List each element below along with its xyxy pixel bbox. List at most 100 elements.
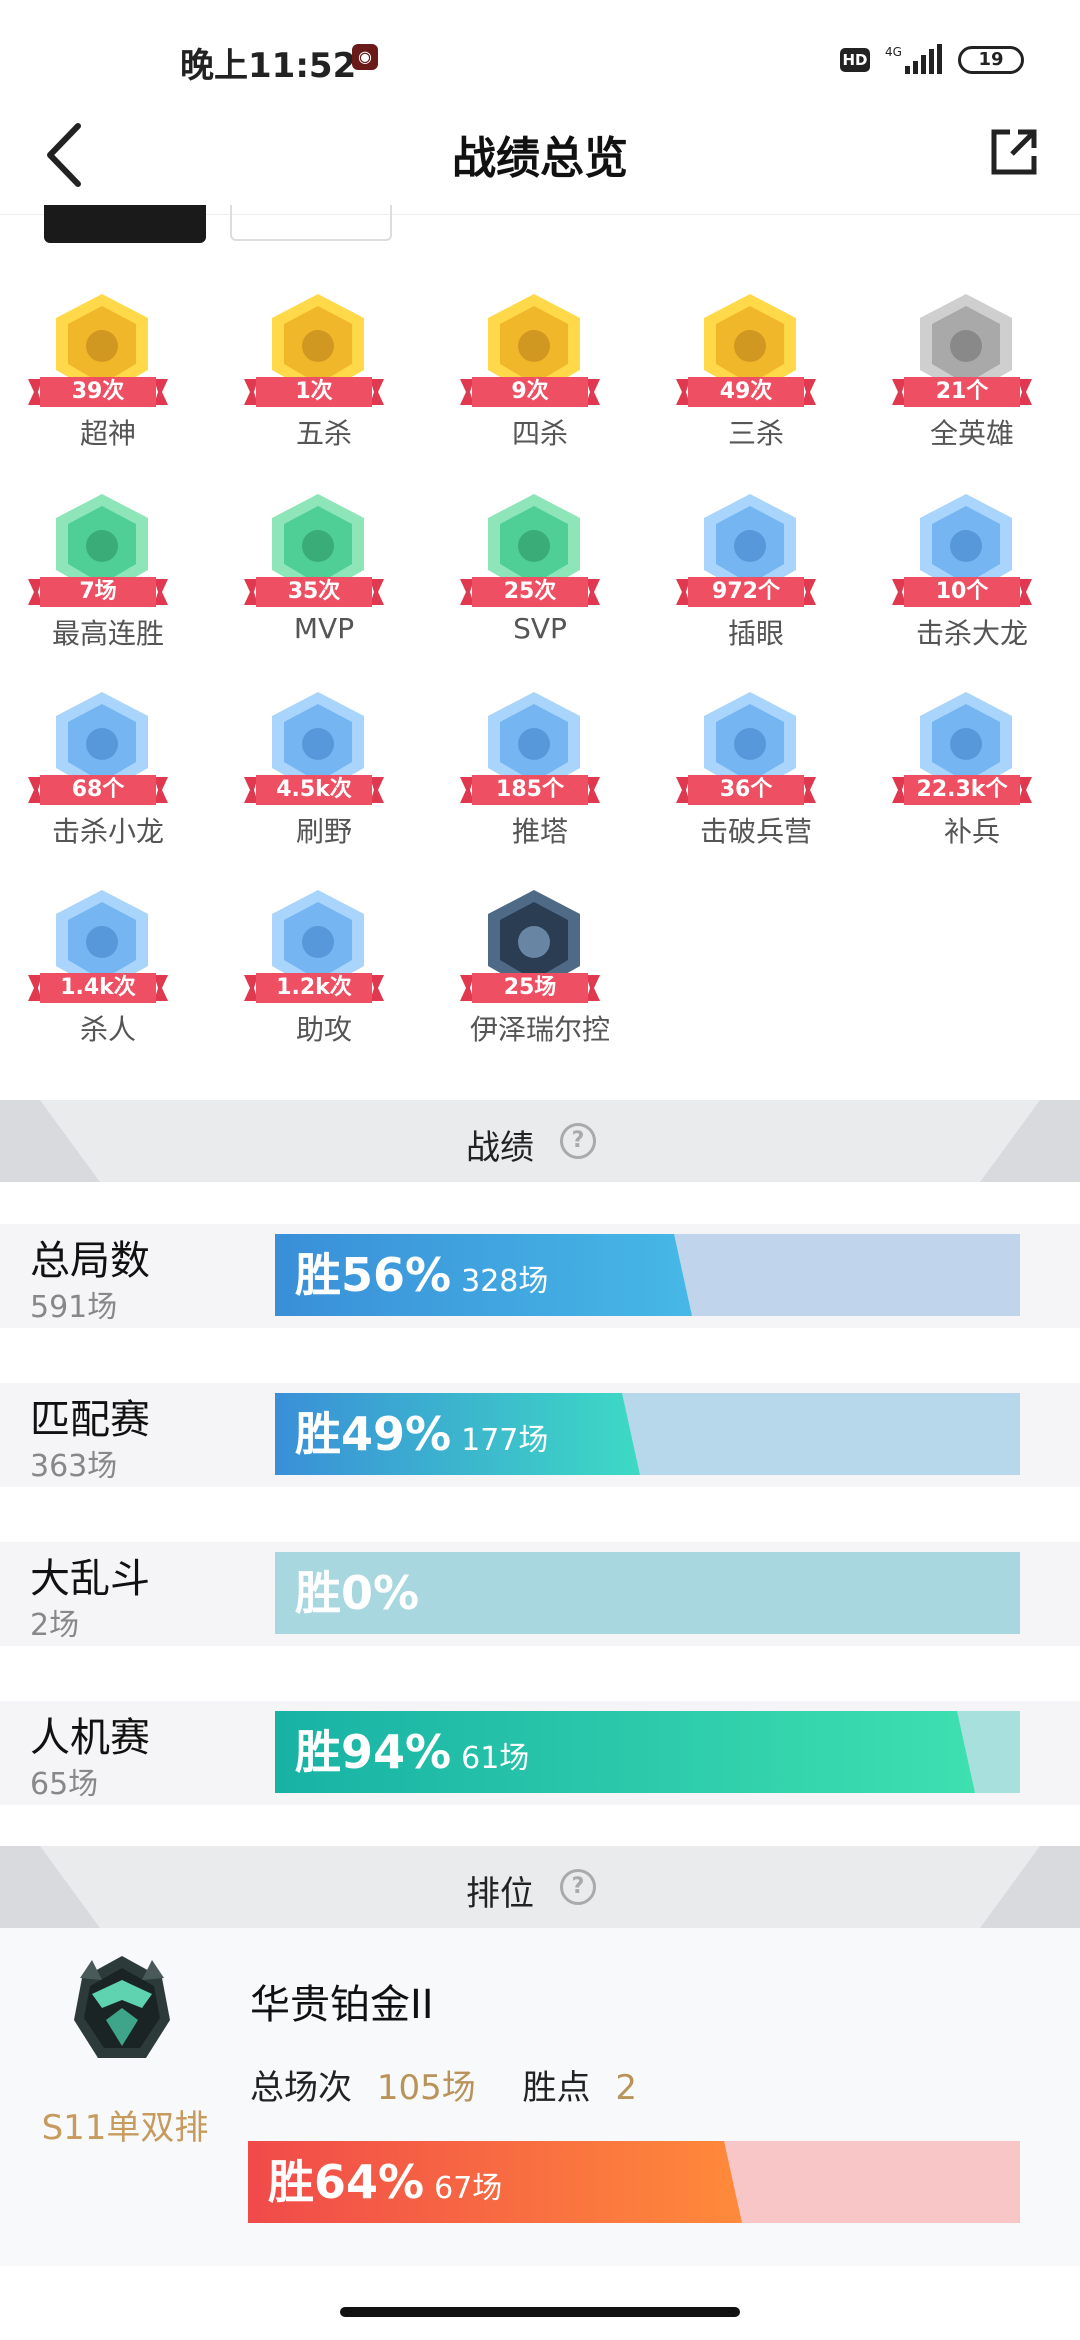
app-notification-icon: ◉ (352, 44, 378, 70)
achievement-label: 三杀 (727, 417, 784, 450)
rank-tier: 华贵铂金II (250, 1982, 434, 2028)
mode-name: 大乱斗 (30, 1556, 150, 1602)
achievement-item[interactable]: 972个 插眼 (656, 490, 856, 670)
achievement-count: 68个 (71, 777, 125, 802)
mode-total: 2场 (30, 1608, 80, 1643)
achievement-item[interactable]: 1次五杀 (224, 290, 424, 470)
signal-icon: 4G (885, 44, 942, 74)
achievement-item[interactable]: 39次超神 (8, 290, 208, 470)
rank-win-games: 67场 (434, 2171, 503, 2206)
achievement-label: 五杀 (295, 417, 352, 450)
mode-total: 591场 (30, 1290, 118, 1325)
winrate-bar: 胜56% 328场 (275, 1234, 1020, 1316)
achievement-count: 21个 (935, 379, 989, 404)
achievement-count: 39次 (71, 379, 125, 404)
stats-row[interactable]: 大乱斗 2场 胜0% (0, 1542, 1080, 1646)
status-time: 晚上11:52 (180, 46, 357, 86)
achievement-count: 1.4k次 (60, 975, 136, 1000)
win-percent: 胜56% (295, 1248, 452, 1302)
winrate-text: 胜56% 328场 (295, 1234, 548, 1316)
battery-icon: 19 (958, 46, 1024, 74)
achievement-label: 插眼 (727, 617, 784, 650)
league-points-value: 2 (615, 2068, 637, 2108)
achievement-label: 伊泽瑞尔控 (469, 1013, 610, 1046)
achievement-item[interactable]: 25次 SVP (440, 490, 640, 670)
network-type: 4G (885, 45, 902, 59)
mode-name: 匹配赛 (30, 1397, 150, 1443)
rank-help-icon[interactable]: ? (560, 1869, 596, 1905)
achievement-label: 超神 (79, 417, 136, 450)
achievement-item[interactable]: 68个 击杀小龙 (8, 688, 208, 868)
stats-row[interactable]: 总局数 591场 胜56% 328场 (0, 1224, 1080, 1328)
rank-section-header: 排位 ? (0, 1846, 1080, 1928)
total-games-value: 105场 (376, 2068, 476, 2108)
achievement-item[interactable]: 9次四杀 (440, 290, 640, 470)
achievement-label: 杀人 (79, 1013, 136, 1046)
achievement-label: 四杀 (511, 417, 568, 450)
achievement-count: 49次 (719, 379, 773, 404)
achievement-item[interactable]: 7场 最高连胜 (8, 490, 208, 670)
rank-win-percent: 胜64% (268, 2155, 425, 2209)
achievement-label: 补兵 (943, 815, 1000, 848)
home-indicator[interactable] (340, 2307, 740, 2317)
winrate-bar: 胜0% (275, 1552, 1020, 1634)
achievement-item[interactable]: 36个击破兵营 (656, 688, 856, 868)
achievement-item[interactable]: 35次 MVP (224, 490, 424, 670)
tab-aram[interactable] (230, 205, 392, 241)
achievement-count: 1.2k次 (276, 975, 352, 1000)
win-games: 61场 (461, 1741, 530, 1776)
achievement-item[interactable]: 21个全英雄 (872, 290, 1072, 470)
achievement-item[interactable]: 49次三杀 (656, 290, 856, 470)
mode-total: 65场 (30, 1767, 99, 1802)
achievement-count: 9次 (511, 379, 549, 404)
share-icon[interactable] (990, 128, 1038, 176)
achievement-item[interactable]: 10个击杀大龙 (872, 490, 1072, 670)
stats-row[interactable]: 匹配赛 363场 胜49% 177场 (0, 1383, 1080, 1487)
status-bar: 晚上11:52 ◉ HD 4G 19 (0, 0, 1080, 110)
achievement-label: 助攻 (295, 1013, 352, 1046)
achievement-count: 25次 (503, 579, 557, 604)
achievement-label: 最高连胜 (51, 617, 164, 650)
win-games: 328场 (461, 1264, 549, 1299)
achievement-item[interactable]: 185个推塔 (440, 688, 640, 868)
platinum-emblem-icon (74, 1956, 170, 2058)
achievement-label: MVP (293, 612, 355, 645)
achievement-count: 35次 (287, 579, 341, 604)
win-percent: 胜94% (295, 1725, 452, 1779)
winrate-text: 胜49% 177场 (295, 1393, 548, 1475)
hd-indicator: HD (840, 48, 870, 72)
achievement-label: 击杀大龙 (915, 617, 1028, 650)
rank-winrate-text: 胜64% 67场 (268, 2141, 502, 2223)
achievement-label: 击破兵营 (699, 815, 812, 848)
achievement-item[interactable]: 25场伊泽瑞尔控 (440, 886, 640, 1066)
achievement-count: 1次 (295, 379, 333, 404)
achievement-label: 刷野 (295, 815, 352, 848)
achievement-item[interactable]: 4.5k次刷野 (224, 688, 424, 868)
mode-total: 363场 (30, 1449, 118, 1484)
tab-ranked[interactable] (44, 205, 206, 243)
achievement-count: 25场 (503, 975, 557, 1000)
rank-winrate-bar: 胜64% 67场 (248, 2141, 1020, 2223)
achievement-label: 推塔 (511, 815, 568, 848)
winrate-text: 胜94% 61场 (295, 1711, 529, 1793)
stats-section-header: 战绩 ? (0, 1100, 1080, 1182)
mode-name: 总局数 (30, 1238, 150, 1284)
achievement-item[interactable]: 1.4k次杀人 (8, 886, 208, 1066)
achievement-count: 185个 (496, 777, 564, 802)
achievement-count: 22.3k个 (916, 777, 1008, 802)
achievement-count: 10个 (935, 579, 989, 604)
achievement-item[interactable]: 22.3k个补兵 (872, 688, 1072, 868)
stats-section-title: 战绩 (466, 1128, 534, 1168)
page-title: 战绩总览 (452, 133, 628, 184)
stats-help-icon[interactable]: ? (560, 1123, 596, 1159)
season-label: S11单双排 (41, 2108, 209, 2148)
win-games: 177场 (461, 1423, 549, 1458)
stats-row[interactable]: 人机赛 65场 胜94% 61场 (0, 1701, 1080, 1805)
total-games-label: 总场次 (250, 2068, 352, 2108)
achievement-label: 全英雄 (929, 417, 1014, 450)
achievement-count: 36个 (719, 777, 773, 802)
achievement-item[interactable]: 1.2k次助攻 (224, 886, 424, 1066)
mode-name: 人机赛 (30, 1715, 150, 1761)
achievement-count: 4.5k次 (276, 777, 352, 802)
league-points-label: 胜点 (522, 2068, 591, 2108)
